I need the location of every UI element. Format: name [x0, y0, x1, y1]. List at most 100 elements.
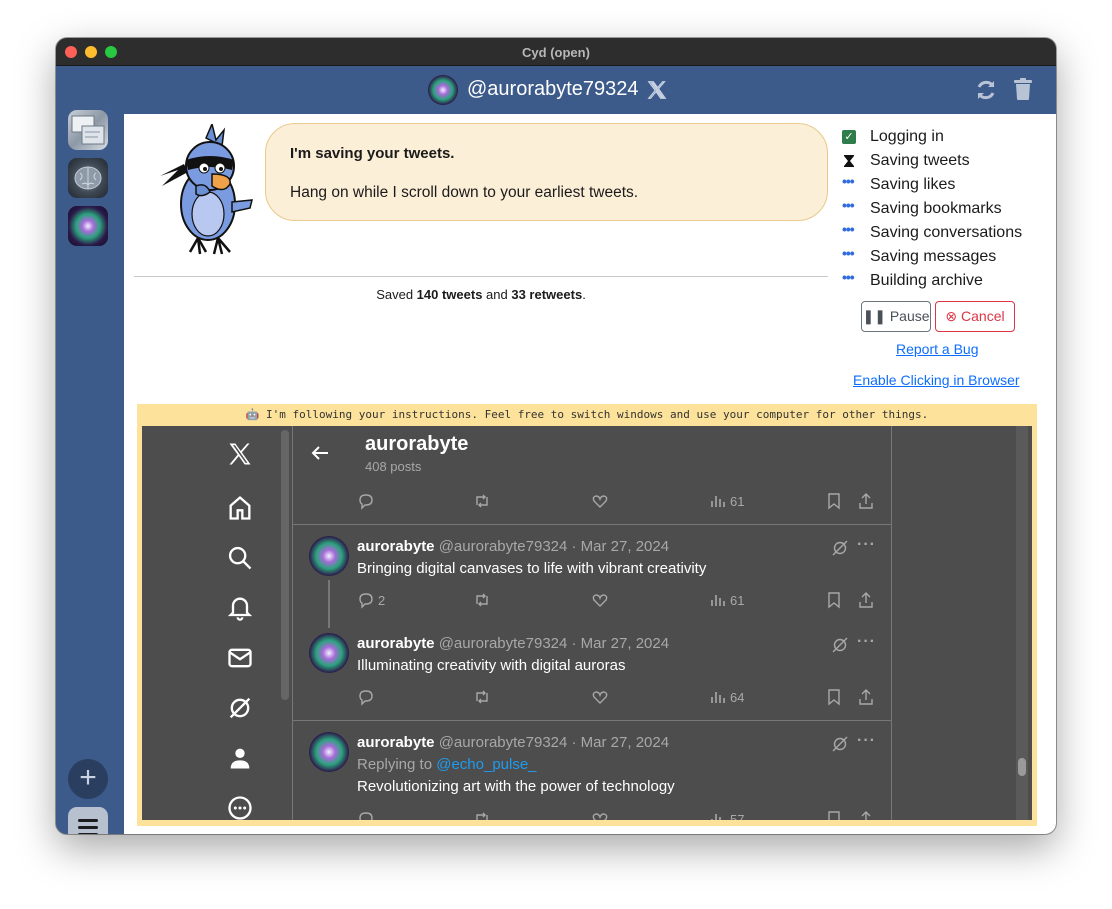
- retweet-icon[interactable]: [473, 492, 491, 512]
- title-bar: Cyd (open): [56, 38, 1056, 66]
- hourglass-icon: [844, 155, 854, 167]
- reply-icon[interactable]: [357, 688, 375, 708]
- pending-dots-icon: •••: [842, 269, 855, 285]
- views-icon[interactable]: 64: [709, 688, 744, 708]
- more-options-icon[interactable]: ···: [857, 536, 876, 554]
- tweet-actions: 61: [357, 492, 877, 512]
- screenshot-avatar-icon: [71, 115, 105, 145]
- grok-icon[interactable]: [831, 735, 849, 753]
- pending-dots-icon: •••: [842, 173, 855, 189]
- like-heart-icon[interactable]: [591, 810, 609, 820]
- messages-envelope-icon[interactable]: [226, 644, 254, 672]
- tweet-actions: 2 61: [357, 591, 877, 611]
- search-icon[interactable]: [226, 544, 254, 572]
- status-message-text: Hang on while I scroll down to your earl…: [290, 184, 639, 201]
- header-avatar: [428, 75, 458, 105]
- x-logo-icon[interactable]: [226, 440, 254, 468]
- automation-notice: 🤖 I'm following your instructions. Feel …: [245, 408, 929, 421]
- more-options-icon[interactable]: ···: [857, 633, 876, 651]
- pause-button[interactable]: ❚❚ Pause: [861, 301, 931, 332]
- bookmark-icon[interactable]: [825, 492, 843, 512]
- status-message-bubble: I'm saving your tweets. Hang on while I …: [265, 123, 828, 221]
- replying-to: Replying to @echo_pulse_: [357, 756, 537, 773]
- x-nav-rail: [142, 426, 292, 820]
- step-saving-bookmarks: ••• Saving bookmarks: [842, 197, 1002, 217]
- saved-summary: Saved 140 tweets and 33 retweets.: [376, 287, 586, 302]
- home-icon[interactable]: [226, 494, 254, 522]
- profile-person-icon[interactable]: [226, 744, 254, 772]
- share-icon[interactable]: [857, 688, 875, 708]
- automation-browser-frame: 🤖 I'm following your instructions. Feel …: [137, 404, 1037, 826]
- step-saving-tweets: Saving tweets: [840, 150, 1050, 174]
- back-arrow-icon[interactable]: [309, 442, 331, 464]
- reply-to-handle-link[interactable]: @echo_pulse_: [436, 756, 536, 773]
- account-avatar-3[interactable]: [68, 206, 108, 246]
- x-logo-icon: [647, 81, 667, 99]
- account-avatar-1[interactable]: [68, 110, 108, 150]
- more-options-icon[interactable]: ···: [857, 732, 876, 750]
- account-header: @aurorabyte79324: [120, 66, 1056, 114]
- bookmark-icon[interactable]: [825, 591, 843, 611]
- nav-scrollbar[interactable]: [281, 430, 289, 700]
- step-saving-messages: ••• Saving messages: [842, 245, 997, 265]
- grok-icon[interactable]: [226, 694, 254, 722]
- reply-icon[interactable]: [357, 810, 375, 820]
- hamburger-menu-button[interactable]: [68, 807, 108, 834]
- tweet-text: Bringing digital canvases to life with v…: [357, 560, 707, 577]
- step-logging-in: ✓ Logging in: [840, 126, 1050, 150]
- like-heart-icon[interactable]: [591, 492, 609, 512]
- tweet-avatar[interactable]: [309, 536, 349, 576]
- account-avatar-2[interactable]: [68, 158, 108, 198]
- app-window: Cyd (open) + @aurorabyte79324 I'm saving…: [56, 38, 1056, 834]
- cancel-circle-icon: ⊗: [945, 308, 958, 324]
- more-circle-icon[interactable]: [226, 794, 254, 820]
- views-icon[interactable]: 57: [709, 810, 744, 820]
- enable-clicking-link[interactable]: Enable Clicking in Browser: [853, 372, 1020, 388]
- report-bug-link[interactable]: Report a Bug: [896, 341, 979, 357]
- notifications-bell-icon[interactable]: [226, 594, 254, 622]
- saved-retweets-count: 33 retweets: [511, 287, 583, 302]
- embedded-browser[interactable]: aurorabyte 408 posts 61 aurorabyte @auro…: [142, 426, 1032, 820]
- like-heart-icon[interactable]: [591, 688, 609, 708]
- trash-icon[interactable]: [1012, 77, 1034, 101]
- status-message-title: I'm saving your tweets.: [290, 145, 455, 162]
- grok-icon[interactable]: [831, 636, 849, 654]
- like-heart-icon[interactable]: [591, 591, 609, 611]
- share-icon[interactable]: [857, 591, 875, 611]
- retweet-icon[interactable]: [473, 810, 491, 820]
- views-icon[interactable]: 61: [709, 591, 744, 611]
- refresh-icon[interactable]: [974, 78, 998, 102]
- reply-icon[interactable]: 2: [357, 591, 385, 611]
- reply-icon[interactable]: [357, 492, 375, 512]
- step-saving-conversations: ••• Saving conversations: [842, 221, 1023, 241]
- tweet-author: aurorabyte @aurorabyte79324 · Mar 27, 20…: [357, 635, 670, 652]
- grok-icon[interactable]: [831, 539, 849, 557]
- step-building-archive: ••• Building archive: [842, 269, 983, 289]
- saved-tweets-count: 140 tweets: [416, 287, 483, 302]
- pending-dots-icon: •••: [842, 221, 855, 237]
- tweet-avatar[interactable]: [309, 732, 349, 772]
- tweet-avatar[interactable]: [309, 633, 349, 673]
- bookmark-icon[interactable]: [825, 688, 843, 708]
- hamburger-icon: [78, 819, 98, 822]
- tweet-author: aurorabyte @aurorabyte79324 · Mar 27, 20…: [357, 734, 670, 751]
- add-account-button[interactable]: +: [68, 759, 108, 799]
- cyd-bird-mascot-icon: [160, 124, 253, 255]
- thread-line: [328, 580, 330, 628]
- views-icon[interactable]: 61: [709, 492, 744, 512]
- bookmark-icon[interactable]: [825, 810, 843, 820]
- pending-dots-icon: •••: [842, 197, 855, 213]
- retweet-icon[interactable]: [473, 591, 491, 611]
- progress-steps: ✓ Logging in Saving tweets ••• Saving li…: [840, 126, 1050, 294]
- header-username: @aurorabyte79324: [467, 78, 639, 100]
- brain-avatar-icon: [74, 166, 102, 190]
- cancel-button[interactable]: ⊗ Cancel: [935, 301, 1015, 332]
- profile-name: aurorabyte: [365, 433, 469, 455]
- retweet-icon[interactable]: [473, 688, 491, 708]
- profile-post-count: 408 posts: [365, 459, 422, 474]
- page-scrollbar-thumb[interactable]: [1018, 758, 1026, 776]
- robot-icon: 🤖: [245, 408, 260, 421]
- share-icon[interactable]: [857, 492, 875, 512]
- share-icon[interactable]: [857, 810, 875, 820]
- divider: [134, 276, 828, 277]
